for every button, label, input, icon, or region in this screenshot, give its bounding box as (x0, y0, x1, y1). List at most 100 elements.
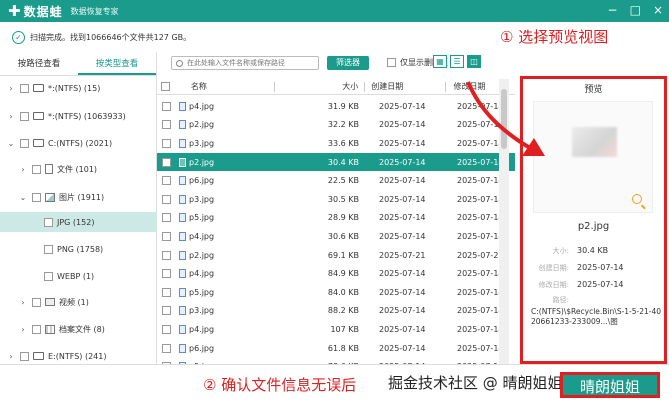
tree-item[interactable]: › 视频 (1) (0, 292, 89, 312)
tree-checkbox[interactable] (20, 111, 29, 121)
image-file-icon (179, 194, 186, 204)
preview-view-icon[interactable]: ◫ (467, 55, 481, 68)
row-checkbox[interactable] (161, 138, 171, 148)
tree-checkbox[interactable] (44, 244, 53, 254)
table-row[interactable]: p4.jpg 84.9 KB 2025-07-14 2025-07-14 (157, 264, 515, 283)
search-box[interactable] (171, 56, 319, 70)
window-controls: − □ × (608, 3, 663, 17)
table-row[interactable]: p3.jpg 88.2 KB 2025-07-14 2025-07-14 (157, 302, 515, 321)
tree-checkbox[interactable] (20, 351, 29, 361)
tree-item[interactable]: ⌄ 图片 (1911) (0, 187, 104, 207)
table-row[interactable]: p6.jpg 22.5 KB 2025-07-14 2025-07-14 (157, 171, 515, 190)
image-file-icon (179, 157, 186, 167)
row-checkbox[interactable] (161, 306, 171, 316)
table-row[interactable]: p4.jpg 107 KB 2025-07-14 2025-07-14 (157, 320, 515, 339)
chevron-down-icon[interactable]: ⌄ (18, 193, 28, 202)
tree-checkbox[interactable] (32, 297, 41, 307)
chevron-right-icon[interactable]: › (6, 352, 16, 361)
show-deleted-checkbox[interactable] (387, 58, 396, 67)
file-size: 28.9 KB (327, 213, 359, 223)
header-created[interactable]: 创建日期 (365, 81, 444, 92)
image-file-icon (179, 213, 186, 223)
vertical-scrollbar[interactable] (499, 79, 509, 364)
tab-by-path[interactable]: 按路径查看 (0, 52, 78, 75)
tree-checkbox[interactable] (32, 164, 41, 174)
file-created: 2025-07-21 (379, 250, 426, 260)
row-checkbox[interactable] (161, 194, 171, 204)
table-row[interactable]: p2.jpg 69.1 KB 2025-07-21 2025-07-21 (157, 246, 515, 265)
row-checkbox[interactable] (161, 343, 171, 353)
tree-item[interactable]: › 文件 (101) (0, 159, 97, 179)
chevron-right-icon[interactable]: › (18, 298, 28, 307)
row-checkbox[interactable] (161, 324, 171, 334)
tree-checkbox[interactable] (44, 217, 53, 227)
grid-view-icon[interactable]: ▦ (433, 55, 447, 68)
image-file-icon (179, 138, 186, 148)
table-row[interactable]: p5.jpg 28.9 KB 2025-07-14 2025-07-14 (157, 209, 515, 228)
table-row[interactable]: p2.jpg 32.2 KB 2025-07-14 2025-07-14 (157, 116, 515, 135)
row-checkbox[interactable] (161, 269, 171, 279)
close-icon[interactable]: × (653, 3, 663, 17)
file-created: 2025-07-14 (379, 306, 426, 316)
table-row[interactable]: p3.jpg 30.5 KB 2025-07-14 2025-07-14 (157, 190, 515, 209)
preview-path-label: 路径: (552, 296, 569, 304)
table-row[interactable]: p5.jpg 84.0 KB 2025-07-14 2025-07-14 (157, 283, 515, 302)
minimize-icon[interactable]: − (608, 3, 618, 17)
preview-size-label: 大小: (552, 246, 569, 255)
row-checkbox[interactable] (161, 231, 171, 241)
table-row[interactable]: p3.jpg 33.6 KB 2025-07-14 2025-07-14 (157, 134, 515, 153)
tree-item[interactable]: PNG (1758) (0, 239, 103, 259)
tree-item[interactable]: ⌄ C:(NTFS) (2021) (0, 133, 112, 153)
tree-checkbox[interactable] (44, 271, 53, 281)
tree-item-label: PNG (1758) (57, 244, 104, 254)
preview-path: C:(NTFS)\$Recycle.Bin\S-1-5-21-402066123… (531, 307, 662, 326)
preview-image[interactable] (533, 101, 653, 213)
chevron-right-icon[interactable]: › (18, 325, 28, 334)
image-file-icon (179, 120, 186, 130)
row-checkbox[interactable] (161, 250, 171, 260)
chevron-right-icon[interactable]: › (6, 112, 16, 121)
tree-item[interactable]: › *:(NTFS) (15) (0, 78, 100, 98)
header-name[interactable]: 名称 (175, 81, 274, 92)
tree-item[interactable]: › 档案文件 (8) (0, 319, 105, 339)
maximize-icon[interactable]: □ (630, 3, 641, 17)
row-checkbox[interactable] (161, 176, 171, 186)
tab-by-type[interactable]: 按类型查看 (78, 52, 156, 75)
tree-checkbox[interactable] (32, 324, 41, 334)
row-checkbox[interactable] (161, 287, 171, 297)
table-row[interactable]: p4.jpg 30.6 KB 2025-07-14 2025-07-14 (157, 227, 515, 246)
watermark: 掘金技术社区 @ 晴朗姐姐 (388, 374, 563, 392)
tree-checkbox[interactable] (32, 192, 41, 202)
tree-item-label: JPG (152) (57, 217, 95, 227)
select-all-checkbox[interactable] (161, 82, 171, 91)
chevron-right-icon[interactable]: › (6, 84, 16, 93)
chevron-right-icon[interactable]: › (18, 165, 28, 174)
list-view-icon[interactable]: ☰ (450, 55, 464, 68)
scrollbar-thumb[interactable] (501, 89, 507, 149)
row-checkbox[interactable] (161, 101, 171, 111)
file-name: p3.jpg (189, 194, 215, 204)
row-checkbox[interactable] (161, 120, 171, 130)
table-row[interactable]: p6.jpg 61.8 KB 2025-07-14 2025-07-14 (157, 339, 515, 358)
tree-checkbox[interactable] (20, 138, 29, 148)
preview-created: 2025-07-14 (577, 263, 624, 272)
table-row[interactable]: p4.jpg 31.9 KB 2025-07-14 2025-07-14 (157, 97, 515, 116)
row-checkbox[interactable] (161, 213, 171, 223)
tree-item[interactable]: › E:(NTFS) (241) (0, 346, 106, 366)
header-size[interactable]: 大小 (275, 81, 364, 92)
table-row[interactable]: p2.jpg 30.4 KB 2025-07-14 2025-07-14 (157, 152, 515, 172)
annotation-step-1: ① 选择预览视图 (500, 28, 609, 46)
row-checkbox[interactable] (161, 157, 171, 167)
filter-button[interactable]: 筛选器 (327, 56, 369, 70)
tree-checkbox[interactable] (20, 83, 29, 93)
recover-button[interactable]: 晴朗姐姐 (560, 372, 660, 398)
tree-item[interactable]: JPG (152) (0, 212, 157, 232)
tree-item[interactable]: WEBP (1) (0, 266, 94, 286)
tree-item[interactable]: › *:(NTFS) (1063933) (0, 106, 126, 126)
file-created: 2025-07-14 (379, 138, 426, 148)
file-size: 69.1 KB (327, 250, 359, 260)
search-input[interactable] (187, 59, 312, 67)
view-mode-buttons: ▦ ☰ ◫ (433, 55, 481, 68)
chevron-down-icon[interactable]: ⌄ (6, 139, 16, 148)
zoom-icon[interactable] (632, 194, 642, 204)
